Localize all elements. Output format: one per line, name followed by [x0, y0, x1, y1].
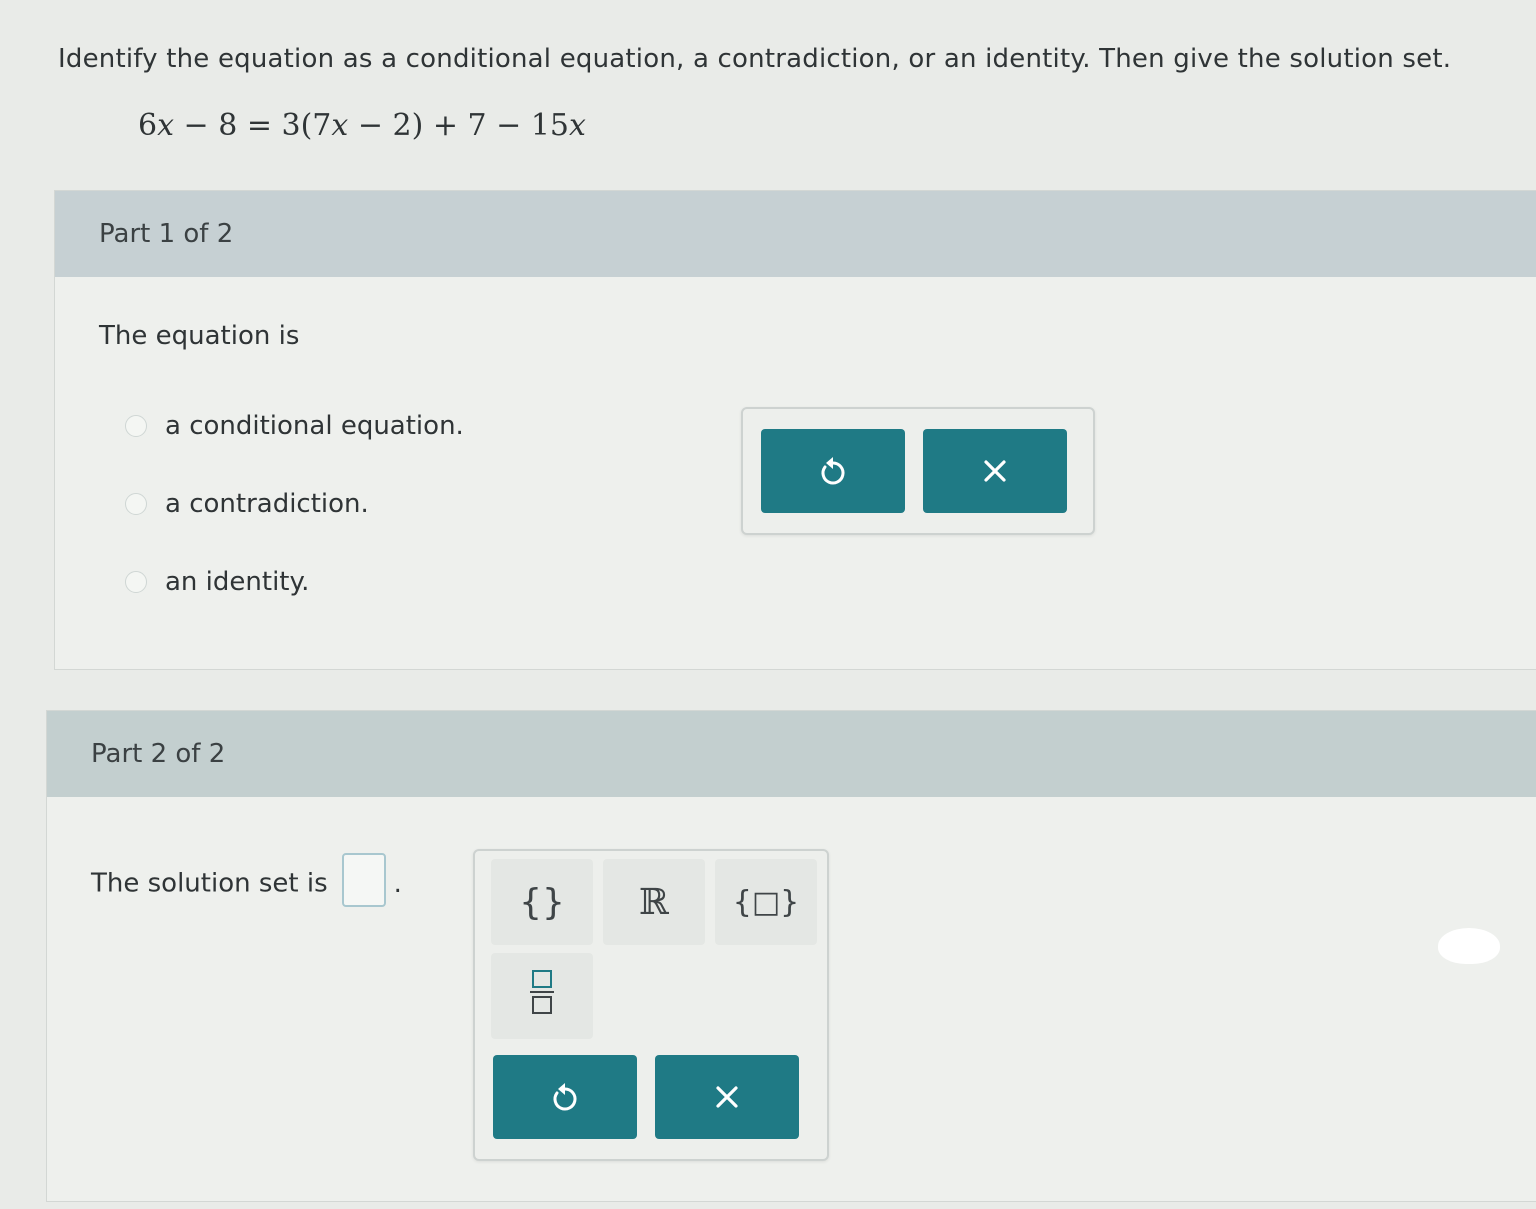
part2-header: Part 2 of 2 [47, 711, 1536, 797]
part1-card: Part 1 of 2 The equation is a conditiona… [54, 190, 1536, 670]
solution-prompt-text: The solution set is [91, 868, 328, 899]
undo-icon [816, 454, 850, 488]
part1-undo-button[interactable] [761, 429, 905, 513]
part1-title: Part 1 of 2 [99, 219, 234, 249]
radio-button[interactable] [125, 415, 147, 437]
fraction-icon [529, 966, 555, 1027]
part2-title: Part 2 of 2 [91, 739, 226, 769]
period: . [393, 868, 402, 899]
undo-icon [548, 1080, 582, 1114]
part2-tool-panel: {} ℝ {□} [473, 849, 829, 1161]
option-label: a contradiction. [165, 489, 369, 519]
option-label: an identity. [165, 567, 310, 597]
radio-button[interactable] [125, 493, 147, 515]
screen-glare [1438, 928, 1500, 964]
part2-clear-button[interactable] [655, 1055, 799, 1139]
part2-card: Part 2 of 2 The solution set is. {} ℝ {□… [46, 710, 1536, 1202]
part1-clear-button[interactable] [923, 429, 1067, 513]
option-label: a conditional equation. [165, 411, 464, 441]
solution-answer-box[interactable] [341, 853, 386, 907]
part1-prompt: The equation is [99, 321, 300, 351]
set-braces-key[interactable]: {□} [715, 859, 817, 945]
empty-set-key[interactable]: {} [491, 859, 593, 945]
option-contradiction[interactable]: a contradiction. [125, 489, 369, 519]
fraction-key[interactable] [491, 953, 593, 1039]
real-numbers-key[interactable]: ℝ [603, 859, 705, 945]
part1-header: Part 1 of 2 [55, 191, 1536, 277]
option-conditional[interactable]: a conditional equation. [125, 411, 464, 441]
part2-prompt: The solution set is. [91, 853, 402, 911]
question-instruction: Identify the equation as a conditional e… [58, 44, 1452, 74]
part2-undo-button[interactable] [493, 1055, 637, 1139]
close-icon [713, 1083, 741, 1111]
close-icon [981, 457, 1009, 485]
part1-tool-panel [741, 407, 1095, 535]
radio-button[interactable] [125, 571, 147, 593]
option-identity[interactable]: an identity. [125, 567, 309, 597]
question-equation: 6x − 8 = 3(7x − 2) + 7 − 15x [138, 108, 586, 143]
